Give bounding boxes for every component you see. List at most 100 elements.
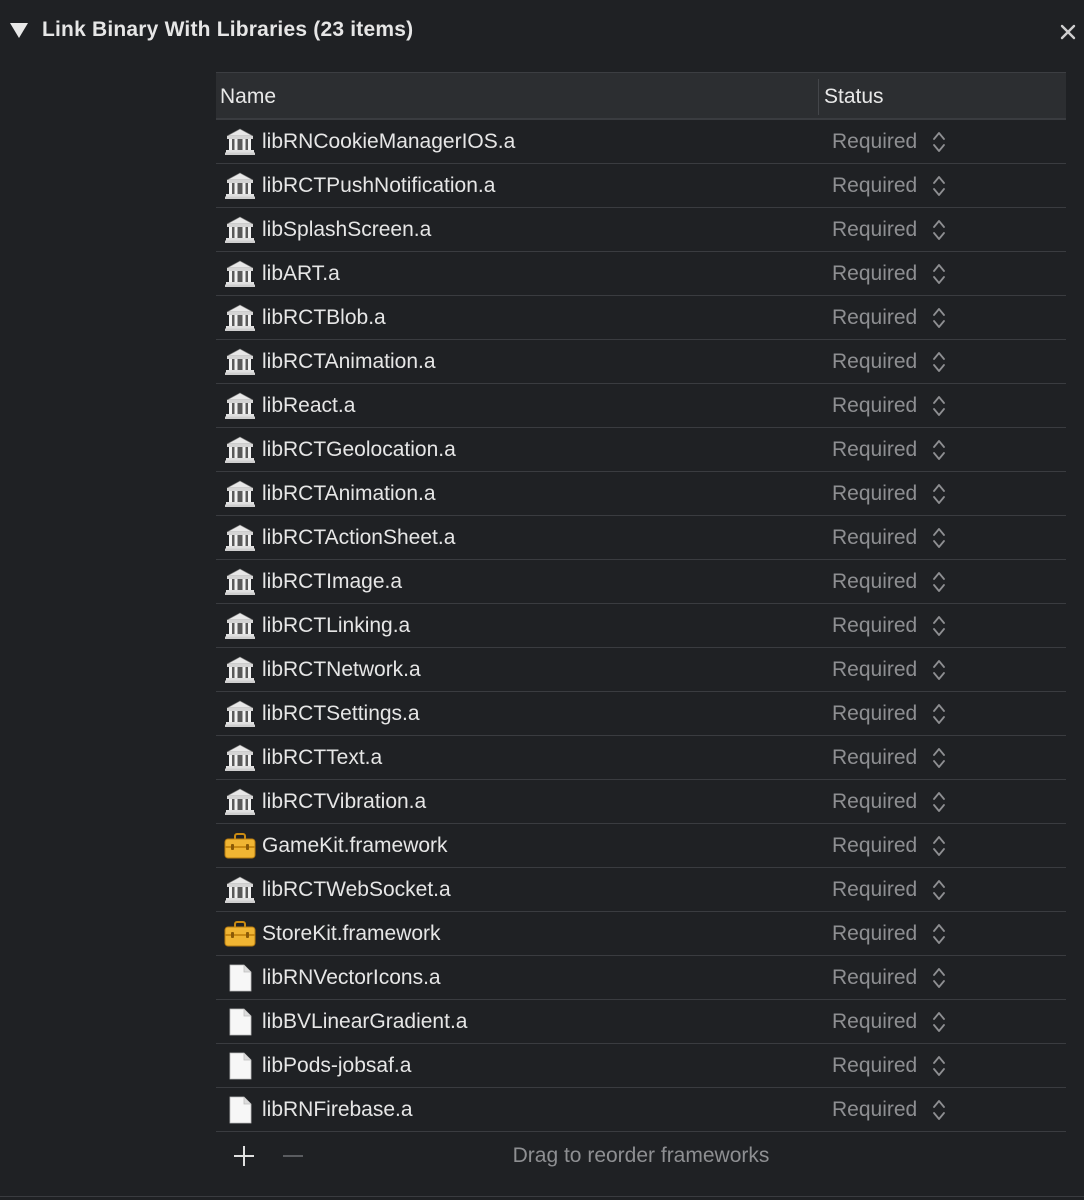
table-row[interactable]: libRCTAnimation.a Required (216, 472, 1066, 516)
library-name: libRCTImage.a (262, 570, 403, 593)
library-name: libRNCookieManagerIOS.a (262, 130, 516, 153)
library-icon (224, 436, 256, 464)
file-icon (224, 1008, 256, 1036)
table-row[interactable]: libBVLinearGradient.a Required (216, 1000, 1066, 1044)
up-down-chevron-icon[interactable] (932, 438, 946, 462)
up-down-chevron-icon[interactable] (932, 262, 946, 286)
table-row[interactable]: libRCTActionSheet.a Required (216, 516, 1066, 560)
library-name: libSplashScreen.a (262, 218, 432, 241)
table-row[interactable]: libRCTWebSocket.a Required (216, 868, 1066, 912)
column-header-status[interactable]: Status (824, 85, 884, 109)
disclosure-triangle-icon[interactable] (10, 23, 28, 38)
table-row[interactable]: libReact.a Required (216, 384, 1066, 428)
up-down-chevron-icon[interactable] (932, 922, 946, 946)
table-row[interactable]: libRCTImage.a Required (216, 560, 1066, 604)
library-name: libRCTBlob.a (262, 306, 386, 329)
table-row[interactable]: libART.a Required (216, 252, 1066, 296)
table-row[interactable]: libRCTPushNotification.a Required (216, 164, 1066, 208)
library-icon (224, 568, 256, 596)
status-popup[interactable]: Required (832, 702, 917, 726)
library-icon (224, 480, 256, 508)
status-popup[interactable]: Required (832, 130, 917, 154)
status-popup[interactable]: Required (832, 438, 917, 462)
table-row[interactable]: libRNFirebase.a Required (216, 1088, 1066, 1132)
status-popup[interactable]: Required (832, 174, 917, 198)
status-popup[interactable]: Required (832, 966, 917, 990)
library-name: libRCTPushNotification.a (262, 174, 496, 197)
library-icon (224, 304, 256, 332)
table-row[interactable]: libRCTSettings.a Required (216, 692, 1066, 736)
library-icon (224, 172, 256, 200)
up-down-chevron-icon[interactable] (932, 790, 946, 814)
up-down-chevron-icon[interactable] (932, 1098, 946, 1122)
up-down-chevron-icon[interactable] (932, 702, 946, 726)
table-row[interactable]: libRNVectorIcons.a Required (216, 956, 1066, 1000)
library-icon (224, 788, 256, 816)
framework-icon (224, 920, 256, 948)
status-popup[interactable]: Required (832, 834, 917, 858)
up-down-chevron-icon[interactable] (932, 878, 946, 902)
table-row[interactable]: StoreKit.framework Required (216, 912, 1066, 956)
status-popup[interactable]: Required (832, 350, 917, 374)
up-down-chevron-icon[interactable] (932, 1054, 946, 1078)
table-row[interactable]: libRCTBlob.a Required (216, 296, 1066, 340)
up-down-chevron-icon[interactable] (932, 658, 946, 682)
status-popup[interactable]: Required (832, 526, 917, 550)
table-row[interactable]: libRNCookieManagerIOS.a Required (216, 120, 1066, 164)
up-down-chevron-icon[interactable] (932, 130, 946, 154)
status-popup[interactable]: Required (832, 1010, 917, 1034)
up-down-chevron-icon[interactable] (932, 1010, 946, 1034)
close-icon[interactable] (1056, 20, 1080, 44)
status-popup[interactable]: Required (832, 658, 917, 682)
up-down-chevron-icon[interactable] (932, 526, 946, 550)
section-title: Link Binary With Libraries (23 items) (42, 18, 414, 41)
table-row[interactable]: libRCTGeolocation.a Required (216, 428, 1066, 472)
file-icon (224, 964, 256, 992)
library-icon (224, 392, 256, 420)
library-name: libRCTLinking.a (262, 614, 411, 637)
table-row[interactable]: libSplashScreen.a Required (216, 208, 1066, 252)
status-popup[interactable]: Required (832, 262, 917, 286)
status-popup[interactable]: Required (832, 1054, 917, 1078)
library-name: libRCTText.a (262, 746, 383, 769)
up-down-chevron-icon[interactable] (932, 482, 946, 506)
status-popup[interactable]: Required (832, 790, 917, 814)
up-down-chevron-icon[interactable] (932, 306, 946, 330)
up-down-chevron-icon[interactable] (932, 394, 946, 418)
table-footer: Drag to reorder frameworks (216, 1132, 1066, 1180)
library-name: libRCTNetwork.a (262, 658, 421, 681)
status-popup[interactable]: Required (832, 218, 917, 242)
up-down-chevron-icon[interactable] (932, 174, 946, 198)
status-popup[interactable]: Required (832, 878, 917, 902)
up-down-chevron-icon[interactable] (932, 614, 946, 638)
table-row[interactable]: libRCTNetwork.a Required (216, 648, 1066, 692)
library-name: StoreKit.framework (262, 922, 441, 945)
up-down-chevron-icon[interactable] (932, 218, 946, 242)
status-popup[interactable]: Required (832, 570, 917, 594)
up-down-chevron-icon[interactable] (932, 350, 946, 374)
status-popup[interactable]: Required (832, 922, 917, 946)
table-row[interactable]: libRCTVibration.a Required (216, 780, 1066, 824)
status-popup[interactable]: Required (832, 306, 917, 330)
status-popup[interactable]: Required (832, 614, 917, 638)
table-row[interactable]: GameKit.framework Required (216, 824, 1066, 868)
status-popup[interactable]: Required (832, 1098, 917, 1122)
table-row[interactable]: libRCTLinking.a Required (216, 604, 1066, 648)
up-down-chevron-icon[interactable] (932, 570, 946, 594)
table-row[interactable]: libRCTText.a Required (216, 736, 1066, 780)
up-down-chevron-icon[interactable] (932, 834, 946, 858)
library-name: libRCTSettings.a (262, 702, 420, 725)
section-header: Link Binary With Libraries (23 items) (0, 0, 1084, 64)
table-row[interactable]: libPods-jobsaf.a Required (216, 1044, 1066, 1088)
library-name: libRCTAnimation.a (262, 350, 436, 373)
status-popup[interactable]: Required (832, 746, 917, 770)
status-popup[interactable]: Required (832, 394, 917, 418)
column-header-name[interactable]: Name (220, 85, 276, 109)
column-divider[interactable] (818, 79, 819, 115)
table-row[interactable]: libRCTAnimation.a Required (216, 340, 1066, 384)
status-popup[interactable]: Required (832, 482, 917, 506)
up-down-chevron-icon[interactable] (932, 746, 946, 770)
library-icon (224, 744, 256, 772)
up-down-chevron-icon[interactable] (932, 966, 946, 990)
table-header: Name Status (216, 72, 1066, 120)
